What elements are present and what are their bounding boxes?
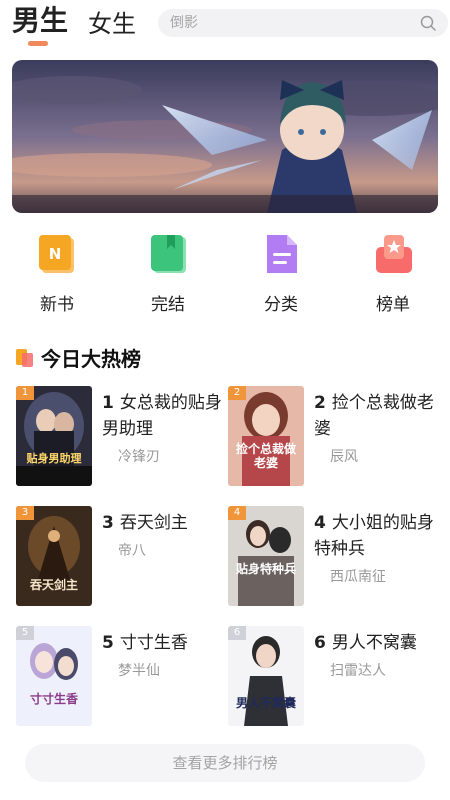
top-bar: 男生 女生 — [0, 0, 450, 56]
rank-badge: 1 — [16, 386, 34, 400]
book-cover[interactable]: 3 吞天剑主 — [16, 506, 92, 606]
category-doc-icon — [267, 235, 297, 273]
book-author: 西瓜南征 — [330, 569, 386, 585]
search-icon[interactable] — [420, 15, 436, 31]
book-rank-number: 6 — [314, 633, 326, 653]
banner-image — [12, 60, 438, 213]
shortcut-label: 新书 — [40, 295, 74, 315]
book-title-text: 男人不窝囊 — [331, 633, 417, 653]
book-cover[interactable]: 1 贴身男助理 — [16, 386, 92, 486]
book-cover[interactable]: 6 男人不窝囊 — [228, 626, 304, 726]
book-title[interactable]: 6 男人不窝囊 — [314, 630, 439, 656]
cover-title: 捡个总裁做老婆 — [235, 442, 296, 470]
svg-text:N: N — [49, 245, 62, 263]
book-item[interactable]: 6 男人不窝囊 6 男人不窝囊 扫雷达人 — [228, 626, 443, 731]
book-author: 冷锋刃 — [118, 449, 160, 465]
cover-title: 寸寸生香 — [29, 692, 78, 706]
book-title-text: 寸寸生香 — [119, 633, 188, 653]
ranking-icon — [376, 235, 412, 273]
book-rank-number: 5 — [102, 633, 114, 653]
book-rank-number: 3 — [102, 513, 114, 533]
search-input[interactable] — [170, 13, 400, 33]
book-rank-number: 1 — [102, 393, 114, 413]
book-author: 扫雷达人 — [330, 663, 386, 679]
book-author: 梦半仙 — [118, 663, 160, 679]
shortcut-label: 榜单 — [376, 295, 410, 315]
active-tab-indicator — [28, 41, 48, 46]
book-title[interactable]: 4 大小姐的贴身特种兵 — [314, 510, 439, 562]
shortcut-label: 完结 — [151, 295, 185, 315]
hot-flag-icon — [16, 349, 33, 367]
book-title[interactable]: 2 捡个总裁做老婆 — [314, 390, 439, 442]
book-item[interactable]: 5 寸寸生香 5 寸寸生香 梦半仙 — [16, 626, 231, 731]
book-title-text: 女总裁的贴身男助理 — [102, 393, 222, 439]
book-author: 帝八 — [118, 543, 146, 559]
tab-male[interactable]: 男生 — [12, 6, 68, 36]
book-title-text: 捡个总裁做老婆 — [314, 393, 434, 439]
search-bar[interactable] — [158, 9, 448, 37]
book-title-text: 大小姐的贴身特种兵 — [314, 513, 434, 559]
book-rank-number: 2 — [314, 393, 326, 413]
cover-title: 贴身男助理 — [26, 452, 82, 465]
new-book-icon: N — [39, 235, 74, 273]
more-rankings-button[interactable]: 查看更多排行榜 — [25, 744, 425, 782]
cover-title: 吞天剑主 — [29, 578, 78, 592]
rank-badge: 4 — [228, 506, 246, 520]
promo-banner[interactable] — [12, 60, 438, 213]
shortcut-ranking[interactable]: 榜单 — [348, 228, 438, 318]
shortcut-finished[interactable]: 完结 — [123, 228, 213, 318]
rank-badge: 6 — [228, 626, 246, 640]
book-item[interactable]: 1 贴身男助理 1 女总裁的贴身男助理 冷锋刃 — [16, 386, 231, 491]
book-cover[interactable]: 2 捡个总裁做老婆 — [228, 386, 304, 486]
book-cover[interactable]: 5 寸寸生香 — [16, 626, 92, 726]
book-author: 辰风 — [330, 449, 358, 465]
tab-female[interactable]: 女生 — [88, 9, 136, 39]
cover-title: 贴身特种兵 — [235, 562, 296, 576]
shortcut-row: N 新书 完结 分类 榜单 — [0, 228, 450, 318]
finished-book-icon — [151, 235, 186, 273]
rank-badge: 2 — [228, 386, 246, 400]
rank-badge: 5 — [16, 626, 34, 640]
book-title-text: 吞天剑主 — [119, 513, 188, 533]
book-item[interactable]: 3 吞天剑主 3 吞天剑主 帝八 — [16, 506, 231, 611]
book-rank-number: 4 — [314, 513, 326, 533]
section-title: 今日大热榜 — [41, 347, 141, 371]
book-cover[interactable]: 4 贴身特种兵 — [228, 506, 304, 606]
shortcut-new-books[interactable]: N 新书 — [12, 228, 102, 318]
shortcut-category[interactable]: 分类 — [236, 228, 326, 318]
book-title[interactable]: 1 女总裁的贴身男助理 — [102, 390, 227, 442]
rank-badge: 3 — [16, 506, 34, 520]
shortcut-label: 分类 — [264, 295, 298, 315]
book-item[interactable]: 2 捡个总裁做老婆 2 捡个总裁做老婆 辰风 — [228, 386, 443, 491]
cover-title: 男人不窝囊 — [235, 696, 296, 710]
book-title[interactable]: 3 吞天剑主 — [102, 510, 227, 536]
book-item[interactable]: 4 贴身特种兵 4 大小姐的贴身特种兵 西瓜南征 — [228, 506, 443, 611]
book-title[interactable]: 5 寸寸生香 — [102, 630, 227, 656]
